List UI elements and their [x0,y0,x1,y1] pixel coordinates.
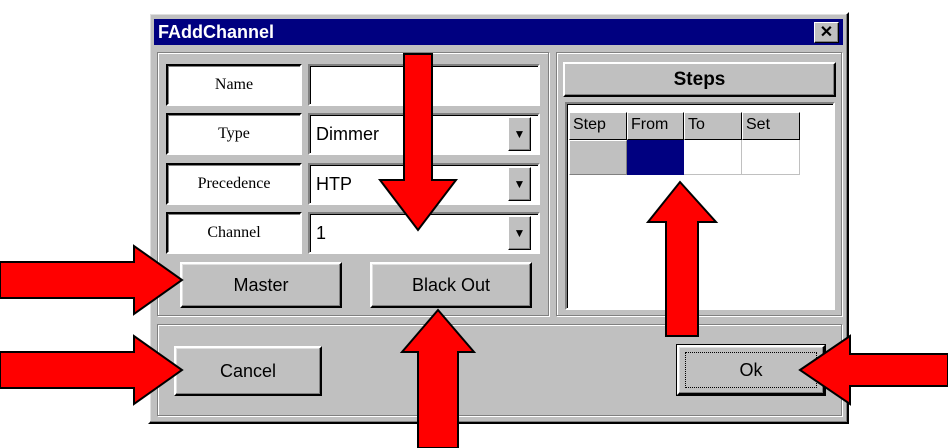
annotation-arrows [0,53,948,448]
arrow-right-icon [0,334,184,406]
arrow-up-icon [645,180,719,337]
arrow-right-icon [0,244,184,316]
arrow-down-icon [377,53,459,232]
arrow-left-icon [798,334,948,406]
arrow-up-icon [399,308,477,448]
